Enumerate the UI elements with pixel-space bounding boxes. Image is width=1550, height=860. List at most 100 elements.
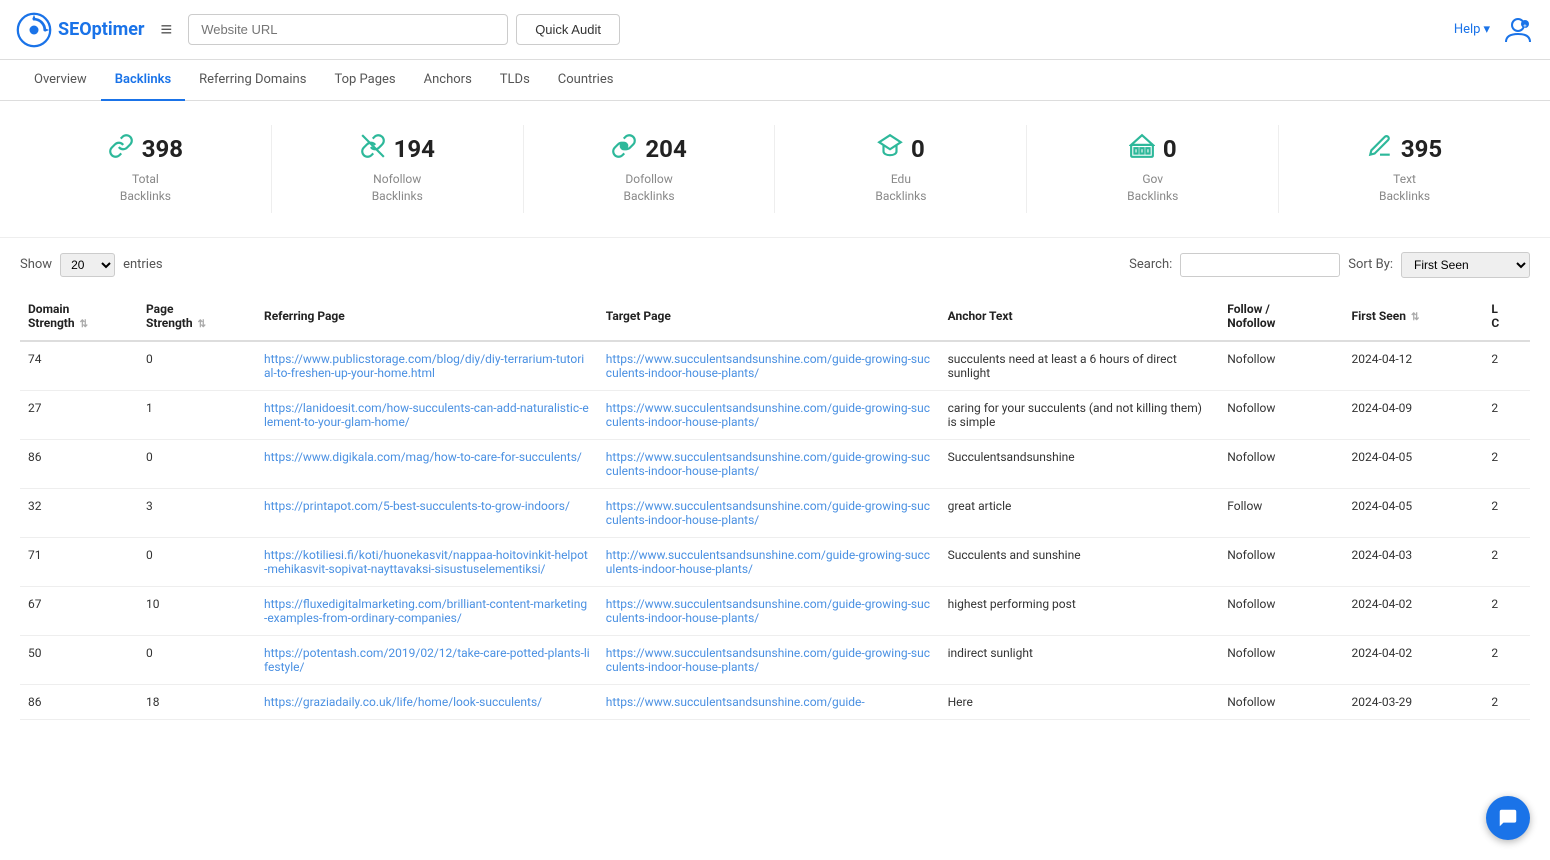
gov-number: 0: [1163, 135, 1177, 163]
cell-anchor-text: highest performing post: [940, 586, 1220, 635]
chat-icon: [1497, 807, 1519, 829]
chat-button[interactable]: [1486, 796, 1530, 840]
referring-page-link[interactable]: https://www.publicstorage.com/blog/diy/d…: [264, 352, 584, 380]
referring-page-link[interactable]: https://printapot.com/5-best-succulents-…: [264, 499, 570, 513]
cell-target-page: https://www.succulentsandsunshine.com/gu…: [598, 341, 940, 391]
cell-page-strength: 0: [138, 537, 256, 586]
cell-referring-page: https://printapot.com/5-best-succulents-…: [256, 488, 598, 537]
table-row: 32 3 https://printapot.com/5-best-succul…: [20, 488, 1530, 537]
cell-target-page: http://www.succulentsandsunshine.com/gui…: [598, 537, 940, 586]
col-header-domain-strength[interactable]: DomainStrength ⇅: [20, 292, 138, 341]
hamburger-icon[interactable]: ≡: [161, 17, 173, 42]
cell-domain-strength: 32: [20, 488, 138, 537]
stat-nofollow: 194 NofollowBacklinks: [272, 125, 524, 213]
tab-tlds[interactable]: TLDs: [486, 60, 544, 101]
cell-domain-strength: 67: [20, 586, 138, 635]
dofollow-icon: [611, 133, 637, 165]
cell-first-seen: 2024-04-02: [1344, 586, 1484, 635]
referring-page-link[interactable]: https://fluxedigitalmarketing.com/brilli…: [264, 597, 587, 625]
cell-lc: 2: [1483, 488, 1530, 537]
table-row: 50 0 https://potentash.com/2019/02/12/ta…: [20, 635, 1530, 684]
target-page-link[interactable]: https://www.succulentsandsunshine.com/gu…: [606, 401, 930, 429]
url-input[interactable]: [188, 14, 508, 45]
cell-lc: 2: [1483, 537, 1530, 586]
cell-follow-nofollow: Nofollow: [1219, 439, 1343, 488]
referring-page-link[interactable]: https://kotiliesi.fi/koti/huonekasvit/na…: [264, 548, 588, 576]
target-page-link[interactable]: https://www.succulentsandsunshine.com/gu…: [606, 499, 930, 527]
col-header-follow-nofollow: Follow /Nofollow: [1219, 292, 1343, 341]
tab-countries[interactable]: Countries: [544, 60, 628, 101]
cell-first-seen: 2024-04-12: [1344, 341, 1484, 391]
cell-follow-nofollow: Nofollow: [1219, 341, 1343, 391]
stat-text: 395 TextBacklinks: [1279, 125, 1530, 213]
cell-target-page: https://www.succulentsandsunshine.com/gu…: [598, 390, 940, 439]
tab-overview[interactable]: Overview: [20, 60, 101, 101]
stat-edu: 0 EduBacklinks: [775, 125, 1027, 213]
entries-label: entries: [123, 257, 163, 272]
help-button[interactable]: Help ▾: [1454, 22, 1490, 37]
referring-page-link[interactable]: https://potentash.com/2019/02/12/take-ca…: [264, 646, 590, 674]
cell-first-seen: 2024-04-05: [1344, 439, 1484, 488]
logo: SEOptimer: [16, 12, 145, 48]
table-row: 74 0 https://www.publicstorage.com/blog/…: [20, 341, 1530, 391]
cell-page-strength: 0: [138, 635, 256, 684]
cell-anchor-text: Succulents and sunshine: [940, 537, 1220, 586]
target-page-link[interactable]: https://www.succulentsandsunshine.com/gu…: [606, 695, 865, 709]
cell-lc: 2: [1483, 684, 1530, 719]
gov-label: GovBacklinks: [1127, 171, 1178, 205]
sort-select[interactable]: First Seen Domain Strength Page Strength: [1401, 252, 1530, 278]
tab-top-pages[interactable]: Top Pages: [320, 60, 409, 101]
quick-audit-button[interactable]: Quick Audit: [516, 14, 620, 45]
logo-icon: [16, 12, 52, 48]
stat-total-backlinks: 398 TotalBacklinks: [20, 125, 272, 213]
cell-first-seen: 2024-04-02: [1344, 635, 1484, 684]
cell-anchor-text: Succulentsandsunshine: [940, 439, 1220, 488]
search-input[interactable]: [1180, 253, 1340, 277]
table-controls: Show 20 10 50 100 entries Search: Sort B…: [0, 238, 1550, 292]
col-header-first-seen[interactable]: First Seen ⇅: [1344, 292, 1484, 341]
nofollow-label: NofollowBacklinks: [372, 171, 423, 205]
col-header-page-strength[interactable]: PageStrength ⇅: [138, 292, 256, 341]
cell-first-seen: 2024-04-03: [1344, 537, 1484, 586]
cell-domain-strength: 74: [20, 341, 138, 391]
col-header-anchor-text: Anchor Text: [940, 292, 1220, 341]
target-page-link[interactable]: https://www.succulentsandsunshine.com/gu…: [606, 597, 930, 625]
cell-lc: 2: [1483, 635, 1530, 684]
table-header-row: DomainStrength ⇅ PageStrength ⇅ Referrin…: [20, 292, 1530, 341]
tab-backlinks[interactable]: Backlinks: [101, 60, 185, 101]
edu-number: 0: [911, 135, 925, 163]
cell-referring-page: https://lanidoesit.com/how-succulents-ca…: [256, 390, 598, 439]
controls-right: Search: Sort By: First Seen Domain Stren…: [1129, 252, 1530, 278]
target-page-link[interactable]: https://www.succulentsandsunshine.com/gu…: [606, 646, 930, 674]
target-page-link[interactable]: https://www.succulentsandsunshine.com/gu…: [606, 450, 930, 478]
cell-page-strength: 0: [138, 439, 256, 488]
cell-first-seen: 2024-04-05: [1344, 488, 1484, 537]
cell-lc: 2: [1483, 390, 1530, 439]
entries-select[interactable]: 20 10 50 100: [60, 253, 115, 277]
cell-follow-nofollow: Nofollow: [1219, 586, 1343, 635]
referring-page-link[interactable]: https://lanidoesit.com/how-succulents-ca…: [264, 401, 589, 429]
target-page-link[interactable]: https://www.succulentsandsunshine.com/gu…: [606, 352, 930, 380]
tab-referring-domains[interactable]: Referring Domains: [185, 60, 320, 101]
cell-anchor-text: indirect sunlight: [940, 635, 1220, 684]
referring-page-link[interactable]: https://graziadaily.co.uk/life/home/look…: [264, 695, 542, 709]
cell-follow-nofollow: Nofollow: [1219, 635, 1343, 684]
stat-dofollow: 204 DofollowBacklinks: [524, 125, 776, 213]
cell-page-strength: 1: [138, 390, 256, 439]
text-backlinks-number: 395: [1401, 135, 1442, 163]
cell-domain-strength: 50: [20, 635, 138, 684]
target-page-link[interactable]: http://www.succulentsandsunshine.com/gui…: [606, 548, 930, 576]
user-icon[interactable]: +: [1502, 14, 1534, 46]
gov-icon: [1129, 133, 1155, 165]
tab-anchors[interactable]: Anchors: [410, 60, 486, 101]
table-row: 86 0 https://www.digikala.com/mag/how-to…: [20, 439, 1530, 488]
referring-page-link[interactable]: https://www.digikala.com/mag/how-to-care…: [264, 450, 582, 464]
text-backlinks-icon: [1367, 133, 1393, 165]
cell-referring-page: https://fluxedigitalmarketing.com/brilli…: [256, 586, 598, 635]
cell-follow-nofollow: Nofollow: [1219, 390, 1343, 439]
cell-lc: 2: [1483, 586, 1530, 635]
cell-follow-nofollow: Nofollow: [1219, 537, 1343, 586]
cell-target-page: https://www.succulentsandsunshine.com/gu…: [598, 684, 940, 719]
cell-lc: 2: [1483, 341, 1530, 391]
stats-row: 398 TotalBacklinks 194 NofollowBacklinks: [0, 101, 1550, 238]
